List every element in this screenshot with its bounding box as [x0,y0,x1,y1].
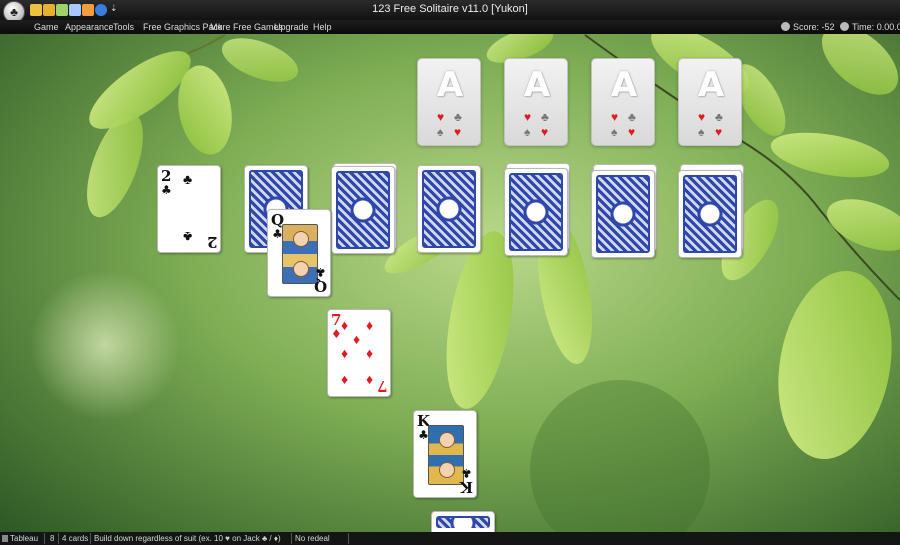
card-back-pattern [509,173,563,251]
time-value: 0.00.00 [876,22,900,32]
heart-icon: ♥ [541,125,549,139]
card-corner: K ♣ [459,466,473,496]
menu-help[interactable]: Help [313,22,332,32]
card-queen-of-clubs[interactable]: Q ♣ Q ♣ [267,209,331,297]
card-corner: 7 [376,377,387,395]
foundation-letter: A [523,65,551,105]
foundation-letter: A [610,65,638,105]
heart-icon: ♥ [437,110,445,124]
diamond-icon: ♦ [366,371,374,387]
card-face-down[interactable] [331,166,395,254]
court-head [439,432,455,448]
spade-icon: ♠ [437,125,444,139]
card-rank: 2 [161,167,172,185]
tableau-icon [2,535,8,542]
heart-icon: ♥ [524,110,532,124]
score-label: Score: [793,22,820,32]
status-redeal: No redeal [295,534,330,543]
foundation-pile-1[interactable]: A ♥ ♣ ♠ ♥ [417,58,481,146]
menu-tools[interactable]: Tools [113,22,134,32]
heart-icon: ♥ [628,125,636,139]
card-corner: 2 [206,233,217,251]
card-face-down[interactable] [417,165,481,253]
diamond-icon: ♦ [341,371,349,387]
card-face-down[interactable] [504,168,568,256]
diamond-icon: ♦ [366,345,374,361]
club-icon: ♣ [183,171,193,187]
menu-upgrade[interactable]: Upgrade [274,22,309,32]
foundation-pile-3[interactable]: A ♥ ♣ ♠ ♥ [591,58,655,146]
card-2-of-clubs[interactable]: 2 ♣ ♣ ♣ 2 [157,165,221,253]
club-icon: ♣ [628,110,636,124]
court-head [439,462,455,478]
status-divider [90,533,91,544]
score-icon [781,22,790,31]
foundation-pile-4[interactable]: A ♥ ♣ ♠ ♥ [678,58,742,146]
club-icon: ♣ [541,110,549,124]
status-rule: Build down regardless of suit (ex. 10 ♥ … [94,534,281,543]
status-divider [44,533,45,544]
status-area: Tableau [2,534,38,543]
status-area-label: Tableau [10,534,39,543]
status-column: 8 [50,534,55,543]
spade-icon: ♠ [524,125,531,139]
foundation-letter: A [697,65,725,105]
card-back-pattern [596,175,650,253]
queen-portrait [282,224,318,284]
club-icon: ♣ [183,229,193,245]
heart-icon: ♥ [715,125,723,139]
diamond-icon: ♦ [341,345,349,361]
menu-game[interactable]: Game [34,22,59,32]
menu-more-free-games[interactable]: More Free Games [210,22,283,32]
clock-icon [840,22,849,31]
status-bar: Tableau 8 4 cards Build down regardless … [0,532,900,545]
status-card-count: 4 cards [62,534,89,543]
club-icon: ♣ [454,110,462,124]
card-king-of-clubs[interactable]: K ♣ K ♣ [413,410,477,498]
menu-appearance[interactable]: Appearance [65,22,114,32]
card-rank: K [459,478,473,496]
club-icon: ♣ [315,265,326,279]
title-bar: ♣ ⇣ 123 Free Solitaire v11.0 [Yukon] [0,0,900,23]
diamond-icon: ♦ [341,317,349,333]
status-divider [291,533,292,544]
diamond-icon: ♦ [353,331,361,347]
club-icon: ♣ [161,183,172,197]
card-rank: 2 [206,233,217,251]
time-label: Time: [852,22,875,32]
card-face-down[interactable] [431,511,495,532]
card-rank: Q [313,277,327,295]
club-icon: ♣ [461,466,472,480]
card-back-pattern [422,170,476,248]
status-divider [58,533,59,544]
window-title: 123 Free Solitaire v11.0 [Yukon] [372,3,528,15]
score-display: Score: -52 [781,22,835,32]
foundation-letter: A [436,65,464,105]
time-display: Time: 0.00.00 [840,22,900,32]
score-value: -52 [821,22,835,32]
card-corner: Q ♣ [313,265,327,295]
card-rank: 7 [376,377,387,395]
club-icon: ♣ [715,110,723,124]
heart-icon: ♥ [698,110,706,124]
court-head [293,231,309,247]
heart-icon: ♥ [611,110,619,124]
card-back-pattern [683,175,737,253]
diamond-icon: ♦ [366,317,374,333]
card-back-pattern [436,516,490,528]
menu-bar: Game Appearance Tools Free Graphics Pack… [0,20,900,34]
foundation-pile-2[interactable]: A ♥ ♣ ♠ ♥ [504,58,568,146]
spade-icon: ♠ [611,125,618,139]
spade-icon: ♠ [698,125,705,139]
card-back-pattern [336,171,390,249]
card-face-down[interactable] [591,170,655,258]
card-face-down[interactable] [678,170,742,258]
king-portrait [428,425,464,485]
status-divider [348,533,349,544]
card-7-of-diamonds[interactable]: 7 ♦ ♦ ♦ ♦ ♦ ♦ ♦ ♦ 7 [327,309,391,397]
court-head [293,261,309,277]
card-corner: 2 ♣ [161,167,172,197]
heart-icon: ♥ [454,125,462,139]
